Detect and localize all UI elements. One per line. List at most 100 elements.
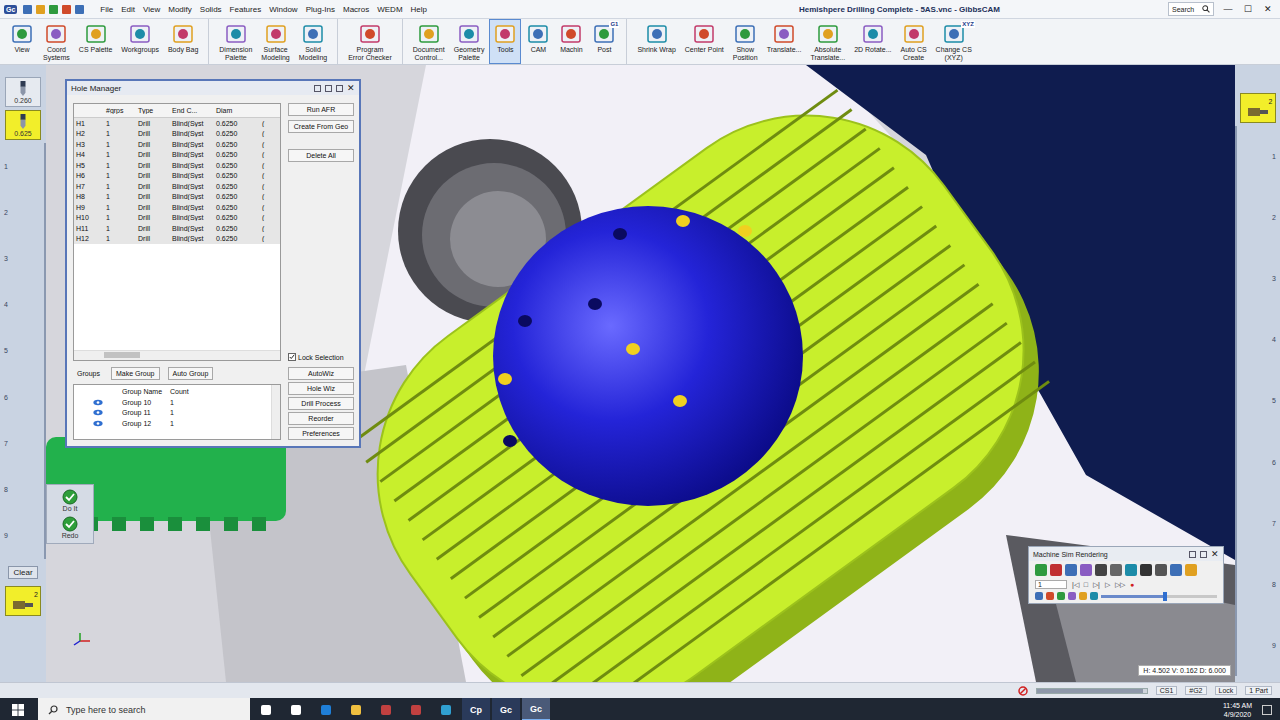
table-row[interactable]: H81DrillBlind(Syst0.6250( [74,192,280,203]
drill-hole[interactable] [673,395,687,407]
render-option-icon[interactable] [1095,564,1107,576]
toolbar-button[interactable]: 2D Rotate... [850,19,895,64]
group-row[interactable]: Group 11 1 [74,408,271,419]
wizard-button[interactable]: Hole Wiz [288,382,354,395]
window-title-bar[interactable]: Hole Manager ✕ [67,81,359,95]
taskbar-app-icon[interactable] [252,698,280,720]
table-row[interactable]: H101DrillBlind(Syst0.6250( [74,213,280,224]
menu-item[interactable]: Window [265,5,301,14]
taskbar-app[interactable]: Gc [492,698,520,720]
group-row[interactable]: Group 10 1 [74,397,271,408]
taskbar-app-icon[interactable] [432,698,460,720]
pin-icon[interactable] [1200,551,1207,558]
menu-item[interactable]: File [96,5,117,14]
toolbar-button[interactable]: Body Bag [164,19,202,64]
drill-hole[interactable] [588,298,602,310]
menu-item[interactable]: View [139,5,164,14]
group-button[interactable]: Auto Group [168,367,214,380]
clear-button[interactable]: Clear [8,566,37,579]
taskbar-app-icon[interactable] [402,698,430,720]
quick-access-icon[interactable] [36,5,45,14]
quick-access-icon[interactable] [23,5,32,14]
wizard-button[interactable]: Reorder [288,412,354,425]
toolbar-button[interactable]: Tools [489,19,521,64]
taskbar-app-icon[interactable] [282,698,310,720]
toolbar-button[interactable]: G1 Post [588,19,620,64]
drill-hole[interactable] [498,373,512,385]
playback-button[interactable]: ● [1130,581,1134,588]
wizard-button[interactable]: Preferences [288,427,354,440]
status-item[interactable]: #G2 [1185,686,1206,695]
render-option-icon[interactable] [1125,564,1137,576]
toolbar-button[interactable]: Translate... [763,19,806,64]
toolbar-button[interactable]: Workgroups [117,19,163,64]
close-button[interactable]: ✕ [347,83,355,93]
render-option-icon[interactable] [1170,564,1182,576]
window-control-button[interactable]: — [1220,4,1236,14]
eye-icon[interactable] [93,420,103,427]
toolbar-button[interactable]: ShowPosition [729,19,762,64]
toolbar-button[interactable]: Center Point [681,19,728,64]
action-button[interactable]: Do It [62,489,78,512]
current-tool-tile[interactable]: 2 [1240,93,1276,123]
render-option-icon[interactable] [1110,564,1122,576]
quick-access-icon[interactable] [49,5,58,14]
speed-option-icon[interactable] [1068,592,1076,600]
toolbar-button[interactable]: SolidModeling [295,19,331,64]
machine-sim-window[interactable]: Machine Sim Rendering ✕ 1 |◁□▷|▷▷▷● [1028,546,1224,604]
toolbar-button[interactable]: AbsoluteTranslate... [806,19,849,64]
taskbar-app-icon[interactable] [312,698,340,720]
progress-slider[interactable] [1036,688,1148,694]
speed-option-icon[interactable] [1079,592,1087,600]
table-row[interactable]: H121DrillBlind(Syst0.6250( [74,234,280,245]
status-item[interactable]: 1 Part [1245,686,1272,695]
taskbar-app[interactable]: Gc [522,698,550,720]
drill-hole[interactable] [503,435,517,447]
wizard-button[interactable]: Drill Process [288,397,354,410]
3d-viewport[interactable]: Do It Redo H: 4.502 V: 0.162 D: 6.000 Ho… [46,65,1235,682]
menu-item[interactable]: Solids [196,5,226,14]
drill-hole[interactable] [613,228,627,240]
drill-hole[interactable] [738,225,752,237]
table-row[interactable]: H11DrillBlind(Syst0.6250( [74,118,280,129]
eye-icon[interactable] [93,409,103,416]
scroll-thumb[interactable] [104,352,140,358]
menu-item[interactable]: Macros [339,5,373,14]
menu-item[interactable]: Help [407,5,431,14]
render-option-icon[interactable] [1185,564,1197,576]
taskbar-app-icon[interactable] [372,698,400,720]
table-row[interactable]: H51DrillBlind(Syst0.6250( [74,160,280,171]
speed-slider[interactable] [1101,595,1217,598]
menu-item[interactable]: Plug-Ins [302,5,339,14]
table-row[interactable]: H21DrillBlind(Syst0.6250( [74,129,280,140]
table-row[interactable]: H61DrillBlind(Syst0.6250( [74,171,280,182]
playback-button[interactable]: □ [1084,581,1088,588]
restore-icon[interactable] [314,85,321,92]
drill-hole[interactable] [626,343,640,355]
vertical-scrollbar[interactable] [271,385,280,439]
toolbar-button[interactable]: ProgramError Checker [344,19,396,64]
playback-button[interactable]: |◁ [1072,581,1079,589]
table-row[interactable]: H91DrillBlind(Syst0.6250( [74,202,280,213]
toolbar-button[interactable]: SurfaceModeling [257,19,293,64]
menu-item[interactable]: Modify [164,5,196,14]
toolbar-button[interactable]: Machin [555,19,587,64]
group-button[interactable]: Make Group [111,367,160,380]
toolbar-button[interactable]: DimensionPalette [215,19,256,64]
menu-item[interactable]: WEDM [373,5,406,14]
taskbar-app-icon[interactable] [342,698,370,720]
frame-field[interactable]: 1 [1035,580,1067,589]
render-option-icon[interactable] [1080,564,1092,576]
toolbar-button[interactable]: CAM [522,19,554,64]
toolbar-button[interactable]: CS Palette [75,19,116,64]
taskbar-search[interactable]: Type here to search [38,698,250,720]
speed-option-icon[interactable] [1046,592,1054,600]
toolbar-button[interactable]: CoordSystems [39,19,74,64]
windows-start-icon[interactable] [12,704,24,716]
pin-icon[interactable] [325,85,332,92]
eye-icon[interactable] [93,399,103,406]
notification-icon[interactable] [1262,705,1272,715]
taskbar-app[interactable]: Cp [462,698,490,720]
hole-action-button[interactable]: Create From Geo [288,120,354,133]
toolbar-button[interactable]: View [6,19,38,64]
